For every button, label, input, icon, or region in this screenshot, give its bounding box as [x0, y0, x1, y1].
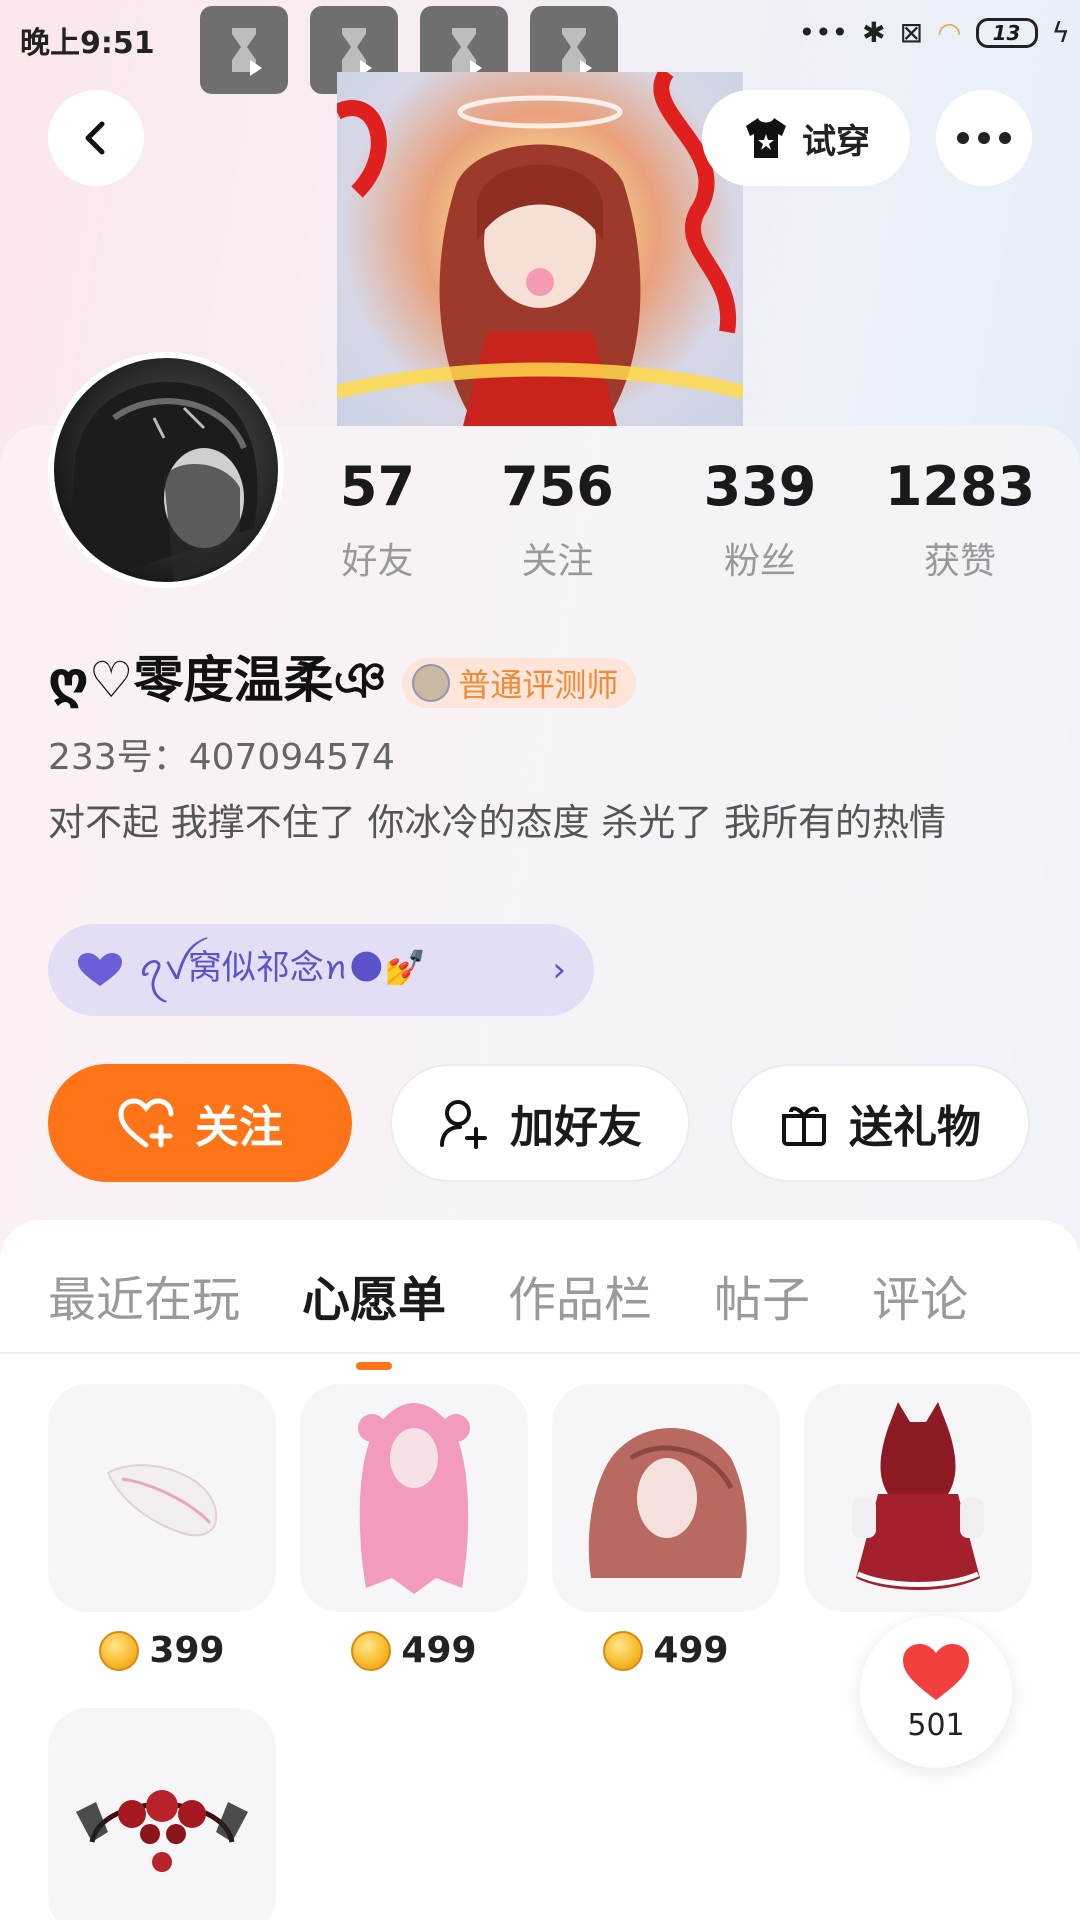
auburn-long-hair-image — [552, 1384, 780, 1612]
chevron-left-icon — [85, 121, 105, 155]
status-time: 晚上9:51 — [20, 26, 155, 61]
add-friend-label: 加好友 — [510, 1102, 642, 1153]
back-button[interactable] — [48, 90, 144, 186]
no-sim-icon: ⊠ — [899, 16, 924, 49]
profile-page: 晚上9:51 ••• ✱ ⊠ ◠ 13 ϟ 试穿 57 好友 756 关注 33… — [0, 0, 1080, 1920]
stat-label: 获赞 — [923, 541, 996, 582]
heart-icon — [903, 1643, 969, 1700]
tab-posts[interactable]: 帖子 — [714, 1260, 810, 1330]
stat-number: 57 — [339, 455, 416, 518]
charging-icon: ϟ — [1051, 16, 1070, 49]
club-pill[interactable]: ꪖꪜ窝似祁念ꪀ🌑💅 › — [48, 924, 594, 1016]
more-button[interactable] — [936, 90, 1032, 186]
tabs-divider — [0, 1352, 1080, 1354]
coin-icon — [99, 1630, 140, 1671]
status-bar: 晚上9:51 ••• ✱ ⊠ ◠ 13 ϟ — [0, 0, 1080, 94]
hourglass-icon — [200, 6, 288, 94]
reviewer-badge-icon — [412, 664, 451, 702]
stat-number: 756 — [501, 455, 614, 518]
follow-button[interactable]: 关注 — [48, 1064, 352, 1182]
badge-label: 普通评测师 — [458, 666, 619, 704]
add-friend-button[interactable]: 加好友 — [390, 1064, 690, 1182]
club-text: ꪖꪜ窝似祁念ꪀ🌑💅 — [138, 948, 427, 988]
add-user-icon — [440, 1100, 487, 1149]
stat-number: 339 — [703, 455, 817, 518]
wishlist-item[interactable] — [48, 1708, 276, 1920]
stat-label: 关注 — [521, 541, 594, 582]
status-icons: ••• ✱ ⊠ ◠ 13 ϟ — [799, 16, 1070, 49]
price-value: 499 — [401, 1630, 477, 1671]
more-notifications-icon: ••• — [798, 16, 849, 49]
heart-icon — [78, 953, 122, 986]
chevron-right-icon: › — [552, 950, 566, 990]
try-on-button[interactable]: 试穿 — [702, 90, 910, 186]
coin-icon — [351, 1630, 392, 1671]
item-price: 499 — [300, 1630, 528, 1671]
send-gift-label: 送礼物 — [849, 1102, 981, 1153]
item-price: 499 — [552, 1630, 780, 1671]
tshirt-icon — [746, 118, 786, 158]
wifi-icon: ◠ — [937, 16, 962, 49]
more-dots-icon — [957, 132, 1011, 144]
stat-followers[interactable]: 339 粉丝 — [660, 460, 860, 584]
character-avatar-image — [337, 72, 743, 426]
like-float-button[interactable]: 501 — [860, 1616, 1012, 1768]
try-on-label: 试穿 — [802, 121, 870, 162]
username-row: ღ♡零度温柔ঞ 普通评测师 — [48, 640, 637, 726]
tab-wishlist[interactable]: 心愿单 — [302, 1260, 446, 1330]
username: ღ♡零度温柔ঞ — [48, 651, 387, 709]
stat-label: 粉丝 — [723, 541, 796, 582]
tab-comments[interactable]: 评论 — [872, 1260, 968, 1330]
content-panel: 最近在玩 心愿单 作品栏 帖子 评论 399 499 499 — [0, 1220, 1080, 1920]
stat-number: 1283 — [884, 455, 1036, 518]
wishlist-item[interactable]: 499 — [300, 1384, 528, 1671]
tab-works[interactable]: 作品栏 — [508, 1260, 652, 1330]
avatar[interactable] — [48, 352, 284, 588]
stats-row: 57 好友 756 关注 339 粉丝 1283 获赞 — [300, 460, 1060, 584]
user-id: 233号：407094574 — [48, 737, 395, 778]
like-count: 501 — [907, 1707, 965, 1743]
reviewer-badge[interactable]: 普通评测师 — [402, 658, 637, 708]
follow-label: 关注 — [195, 1102, 283, 1153]
stat-likes[interactable]: 1283 获赞 — [860, 460, 1060, 584]
price-value: 399 — [149, 1630, 225, 1671]
red-hood-dress-image — [804, 1384, 1032, 1612]
stat-following[interactable]: 756 关注 — [455, 460, 660, 584]
stat-label: 好友 — [341, 541, 414, 582]
price-value: 499 — [653, 1630, 729, 1671]
bio: 对不起 我撑不住了 你冰冷的态度 杀光了 我所有的热情 — [48, 801, 947, 844]
coin-icon — [603, 1630, 644, 1671]
heart-plus-icon — [118, 1098, 174, 1148]
red-flower-butterfly-headband-image — [48, 1708, 276, 1920]
tab-bar: 最近在玩 心愿单 作品栏 帖子 评论 — [48, 1260, 1030, 1330]
wishlist-item[interactable]: 399 — [48, 1384, 276, 1671]
white-feather-wing-image — [48, 1384, 276, 1612]
pink-twin-hair-image — [300, 1384, 528, 1612]
battery-icon: 13 — [975, 17, 1038, 48]
bluetooth-icon: ✱ — [862, 16, 886, 49]
stat-friends[interactable]: 57 好友 — [300, 460, 455, 584]
tab-recently-played[interactable]: 最近在玩 — [48, 1260, 240, 1330]
wishlist-item[interactable]: 499 — [552, 1384, 780, 1671]
item-price: 399 — [48, 1630, 276, 1671]
send-gift-button[interactable]: 送礼物 — [730, 1064, 1030, 1182]
gift-icon — [782, 1106, 826, 1146]
